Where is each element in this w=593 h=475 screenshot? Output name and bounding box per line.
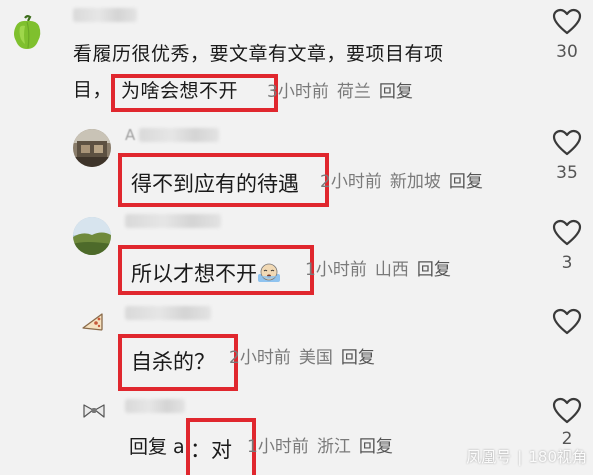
username-blurred[interactable] [139, 128, 219, 142]
like-button[interactable]: 35 [547, 129, 587, 183]
timestamp: 1小时前 [305, 260, 367, 280]
highlighted-text: 自杀的？ [131, 350, 215, 374]
pizza-slice-avatar-icon [82, 313, 103, 331]
avatar[interactable] [73, 129, 111, 167]
timestamp: 1小时前 [247, 437, 309, 457]
photo-avatar-icon [73, 129, 111, 167]
reply-button[interactable]: 回复 [359, 437, 393, 457]
reply-button[interactable]: 回复 [341, 348, 375, 368]
watermark: 凤凰号 | 180视角 [466, 446, 587, 467]
timestamp: 2小时前 [229, 348, 291, 368]
avatar[interactable] [8, 14, 46, 52]
timestamp: 2小时前 [320, 172, 382, 192]
like-button[interactable] [547, 308, 587, 342]
like-button[interactable]: 30 [547, 8, 587, 62]
like-count: 3 [561, 253, 573, 273]
like-button[interactable]: 2 [547, 397, 587, 449]
heart-outline-icon [552, 219, 582, 246]
watermark-left: 凤凰号 [466, 448, 512, 466]
watermark-separator: | [517, 448, 523, 466]
username-blurred[interactable] [73, 8, 137, 22]
comment-text-line-2: 目， [73, 79, 113, 101]
like-count: 35 [556, 163, 578, 183]
heart-outline-icon [552, 308, 582, 335]
reply-target: 回复 a [129, 435, 193, 459]
highlighted-text: ：对 [190, 438, 232, 462]
heart-outline-icon [552, 129, 582, 156]
green-pepper-icon [14, 15, 41, 49]
highlighted-text: 所以才想不开 [131, 258, 281, 288]
location: 荷兰 [336, 82, 371, 102]
comment-meta: 3小时前 荷兰 回复 [267, 80, 421, 104]
highlighted-text: 得不到应有的待遇 [131, 172, 299, 196]
watermark-right: 180视角 [528, 448, 587, 466]
like-button[interactable]: 3 [547, 219, 587, 273]
bow-tie-avatar-icon [83, 404, 105, 418]
reply-button[interactable]: 回复 [417, 260, 451, 280]
comment-meta: 1小时前 山西 回复 [305, 258, 459, 282]
highlighted-text-content: 所以才想不开 [131, 262, 257, 286]
location: 山西 [374, 260, 409, 280]
comment-text-line-1: 看履历很优秀，要文章有文章，要项目有项 [73, 43, 444, 65]
comment-thread: 看履历很优秀，要文章有文章，要项目有项 目， 为啥会想不开 3小时前 荷兰 回复 3… [0, 0, 593, 475]
highlighted-text: 为啥会想不开 [121, 80, 239, 102]
location: 新加坡 [389, 172, 441, 192]
like-count: 30 [556, 42, 578, 62]
crying-face-emoji-icon [257, 263, 281, 283]
comment-meta: 2小时前 美国 回复 [229, 346, 383, 370]
heart-outline-icon [552, 397, 582, 424]
avatar[interactable] [73, 217, 111, 255]
avatar[interactable] [82, 401, 106, 421]
landscape-avatar-icon [73, 217, 111, 255]
username-blurred[interactable] [125, 399, 185, 413]
avatar[interactable] [80, 308, 106, 334]
reply-prefix[interactable]: 回复 a [129, 436, 185, 458]
reply-button[interactable]: 回复 [379, 82, 413, 102]
heart-outline-icon [552, 8, 582, 35]
username-initial[interactable]: A [125, 126, 135, 144]
username-blurred[interactable] [125, 214, 221, 228]
comment-meta: 2小时前 新加坡 回复 [320, 170, 491, 194]
comment-meta: 1小时前 浙江 回复 [247, 435, 401, 459]
username-blurred[interactable] [125, 306, 211, 320]
location: 浙江 [316, 437, 351, 457]
reply-button[interactable]: 回复 [449, 172, 483, 192]
location: 美国 [298, 348, 333, 368]
timestamp: 3小时前 [267, 82, 329, 102]
